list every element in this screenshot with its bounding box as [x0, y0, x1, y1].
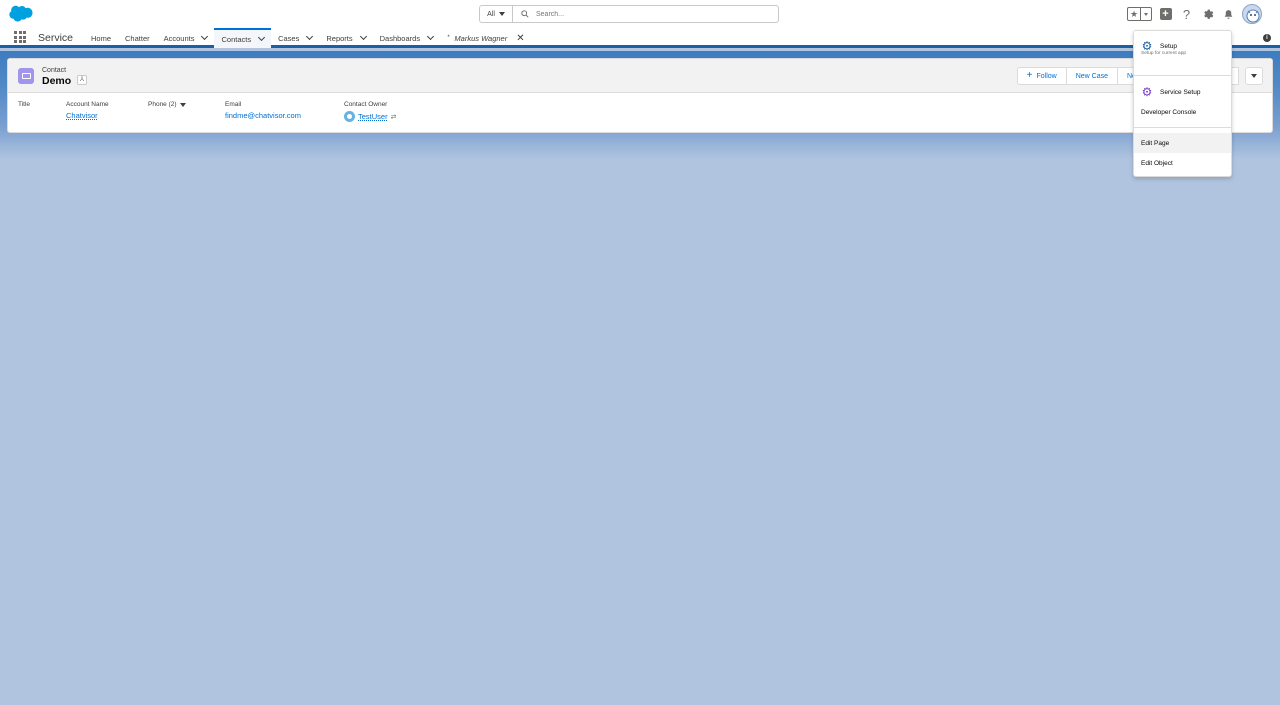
nav-item-reports[interactable]: Reports [319, 28, 372, 48]
favorites-list-button[interactable] [1141, 8, 1151, 20]
new-case-button[interactable]: New Case [1065, 67, 1118, 85]
menu-section-setup: ⚙ Setup Setup for current app [1134, 36, 1231, 56]
field-email: Email findme@chatvisor.com [225, 101, 301, 120]
setup-gear-button[interactable] [1200, 7, 1215, 22]
record-object-type: Contact [42, 67, 67, 74]
follow-button[interactable]: + Follow [1016, 67, 1067, 85]
setup-dropdown-menu: ⚙ Setup Setup for current app ⚙ Service … [1133, 30, 1232, 177]
menu-section-service: ⚙ Service Setup Developer Console [1134, 82, 1231, 122]
owner-link[interactable]: TestUser [358, 112, 388, 121]
favorites-button[interactable]: ★ [1127, 7, 1152, 21]
chevron-down-icon [498, 12, 505, 16]
chevron-down-icon[interactable] [258, 33, 266, 42]
nav-item-label: Reports [326, 33, 353, 43]
info-icon[interactable]: i [1263, 34, 1271, 42]
chevron-down-icon[interactable] [359, 32, 367, 41]
help-button[interactable]: ? [1179, 7, 1194, 22]
chevron-down-icon[interactable] [201, 32, 209, 41]
gear-icon: ⚙ [1141, 85, 1153, 99]
nav-item-record-tab[interactable]: * Markus Wagner ✕ [440, 28, 532, 48]
nav-item-cases[interactable]: Cases [271, 28, 319, 48]
menu-item-subtitle: Setup for current app [1141, 51, 1187, 56]
search-icon [521, 10, 529, 18]
notifications-button[interactable] [1221, 7, 1236, 22]
plus-icon: + [1026, 70, 1033, 81]
highlights-fields: Title Account Name Chatvisor Phone (2) E… [8, 101, 1272, 131]
nav-item-contacts[interactable]: Contacts [214, 28, 272, 48]
app-nav-bar: Service Home Chatter Accounts Contacts C… [0, 28, 1280, 48]
plus-icon: + [1159, 8, 1172, 20]
global-search: All [479, 5, 779, 23]
follow-button-label: Follow [1036, 72, 1057, 80]
global-actions-button[interactable]: + [1158, 7, 1173, 22]
user-avatar[interactable] [1242, 4, 1262, 24]
menu-item-label: Service Setup [1160, 88, 1201, 96]
nav-items: Home Chatter Accounts Contacts Cases Rep… [84, 28, 532, 48]
field-label: Account Name [66, 101, 109, 108]
profile-avatar-icon [1246, 9, 1260, 23]
menu-item-edit-object[interactable]: Edit Object [1134, 153, 1231, 173]
field-label: Title [18, 101, 31, 108]
record-tab-label: Markus Wagner [454, 33, 508, 43]
phone-label-button[interactable]: Phone (2) [148, 101, 186, 108]
nav-item-label: Chatter [125, 33, 150, 43]
record-title: Demo [42, 75, 72, 87]
record-header-top: Contact Demo ⅄ + Follow New Case New al [8, 59, 1272, 93]
user-avatar-icon [344, 111, 355, 122]
gear-icon [1203, 9, 1213, 19]
menu-item-developer-console[interactable]: Developer Console [1134, 102, 1231, 122]
field-label: Contact Owner [344, 101, 388, 108]
hierarchy-icon[interactable]: ⅄ [77, 75, 87, 85]
menu-section-edit: Edit Page Edit Object [1134, 133, 1231, 173]
nav-item-label: Contacts [221, 34, 252, 44]
menu-item-service-setup[interactable]: ⚙ Service Setup [1134, 82, 1231, 102]
menu-item-label: Setup [1160, 42, 1177, 50]
chevron-down-icon [1144, 12, 1148, 16]
nav-item-label: Accounts [163, 33, 195, 43]
account-link[interactable]: Chatvisor [66, 111, 109, 120]
bell-icon [1224, 9, 1233, 19]
record-header: Contact Demo ⅄ + Follow New Case New al … [7, 58, 1273, 133]
nav-item-chatter[interactable]: Chatter [118, 28, 157, 48]
contact-icon [18, 68, 34, 84]
nav-item-accounts[interactable]: Accounts [157, 28, 215, 48]
nav-item-label: Cases [278, 33, 300, 43]
close-icon[interactable]: ✕ [516, 33, 524, 44]
field-contact-owner: Contact Owner TestUser ⇄ [344, 101, 396, 122]
more-actions-button[interactable] [1245, 67, 1263, 85]
menu-divider [1134, 127, 1231, 128]
field-account-name: Account Name Chatvisor [66, 101, 109, 120]
email-link[interactable]: findme@chatvisor.com [225, 111, 301, 120]
search-scope-select[interactable]: All [480, 6, 513, 22]
owner-value: TestUser ⇄ [344, 111, 396, 122]
nav-item-label: Home [91, 33, 112, 43]
new-case-button-label: New Case [1075, 72, 1108, 80]
field-label: Phone (2) [148, 101, 177, 108]
search-input[interactable] [536, 10, 736, 18]
chevron-down-icon[interactable] [306, 32, 314, 41]
nav-item-dashboards[interactable]: Dashboards [373, 28, 440, 48]
app-name: Service [38, 32, 74, 44]
search-scope-label: All [487, 10, 495, 18]
chevron-down-icon[interactable] [427, 32, 435, 41]
header-utility-icons: ★ + ? [1127, 4, 1262, 24]
field-phone: Phone (2) [148, 101, 186, 108]
change-owner-icon[interactable]: ⇄ [391, 113, 397, 121]
field-title: Title [18, 101, 30, 108]
menu-item-edit-page[interactable]: Edit Page [1134, 133, 1231, 153]
help-icon: ? [1182, 6, 1191, 22]
star-icon[interactable]: ★ [1128, 8, 1141, 20]
app-launcher-icon[interactable] [14, 31, 26, 43]
nav-item-label: Dashboards [379, 33, 421, 43]
nav-item-home[interactable]: Home [84, 28, 118, 48]
search-field [513, 6, 778, 22]
field-label: Email [225, 101, 242, 108]
chevron-down-icon [1251, 74, 1257, 78]
unsaved-star-icon: * [447, 35, 450, 41]
menu-divider [1134, 75, 1231, 76]
global-header: All ★ + ? [0, 0, 1280, 28]
chevron-down-icon [179, 102, 186, 107]
salesforce-logo-icon[interactable] [9, 5, 33, 22]
